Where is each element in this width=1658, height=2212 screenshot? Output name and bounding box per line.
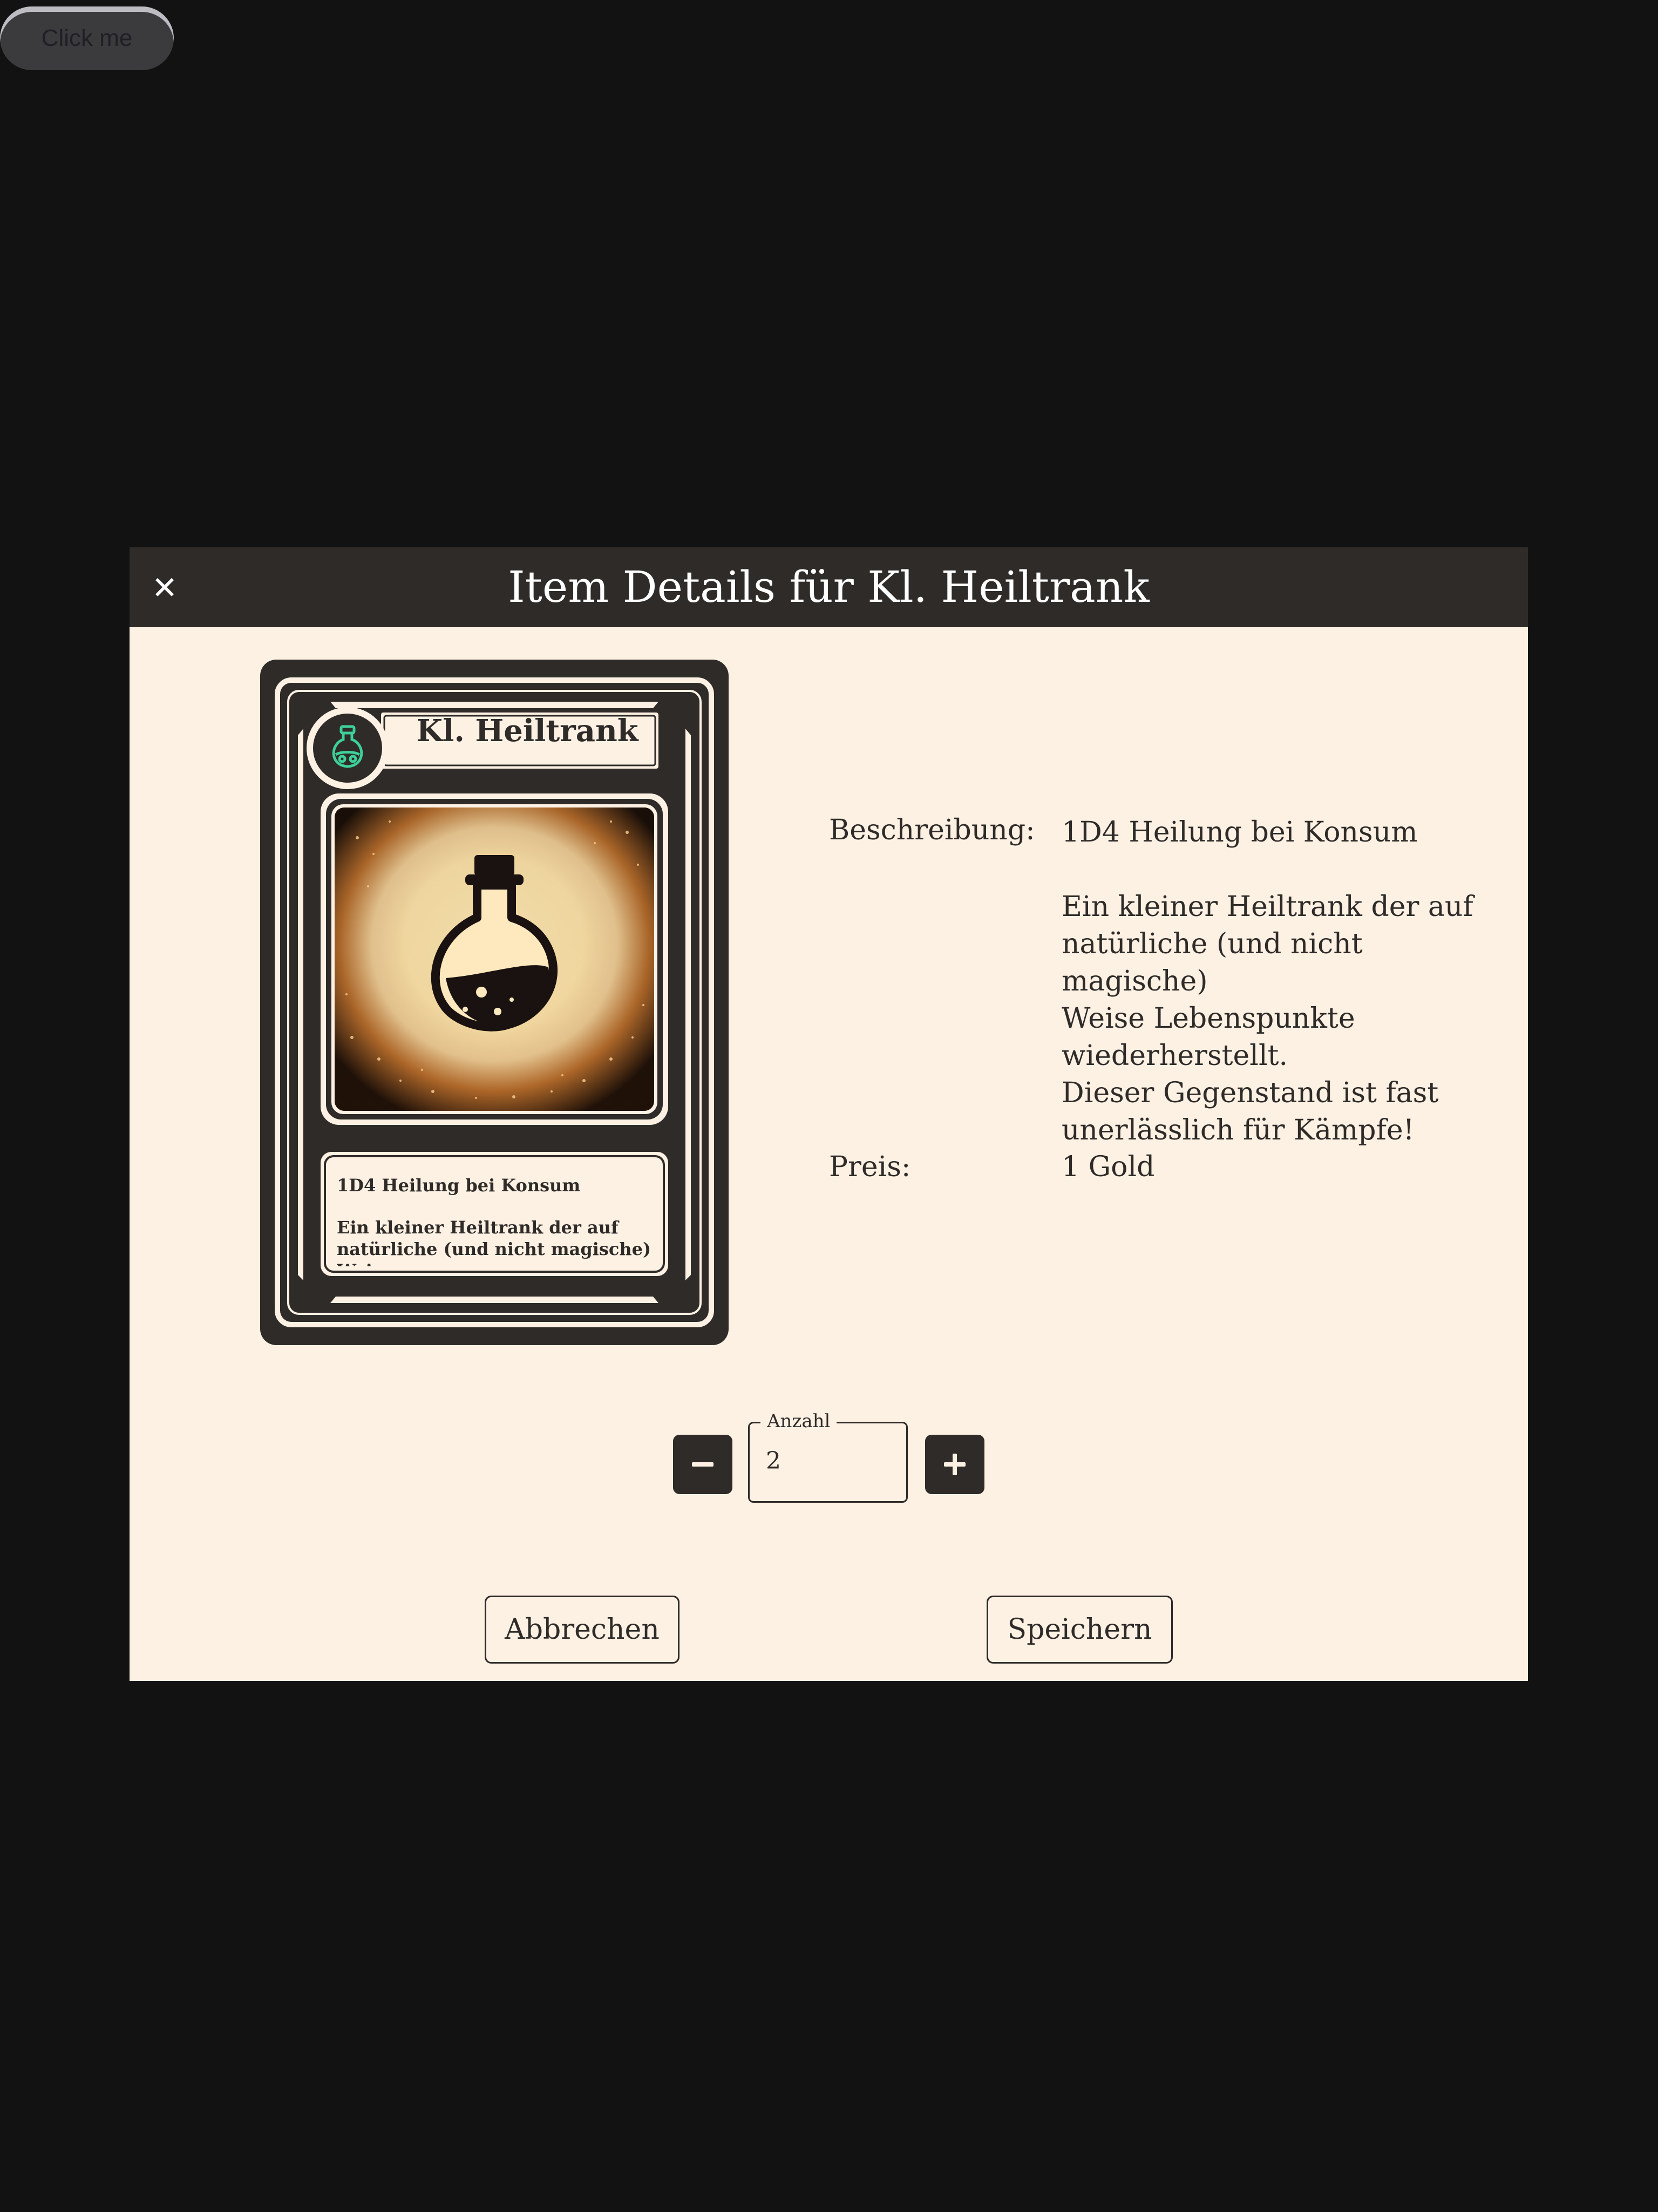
description-value: 1D4 Heilung bei Konsum Ein kleiner Heilt… — [1062, 814, 1493, 1149]
description-line: 1D4 Heilung bei Konsum — [1062, 816, 1418, 849]
card-text-line: natürliche (und nicht magische) Wei... — [337, 1239, 651, 1266]
save-button[interactable]: Speichern — [987, 1596, 1173, 1664]
dialog-title: Item Details für Kl. Heiltrank — [508, 562, 1150, 612]
plus-icon — [944, 1454, 966, 1475]
quantity-input[interactable] — [766, 1447, 874, 1475]
card-text-line: Ein kleiner Heiltrank der auf — [337, 1217, 619, 1238]
cancel-button[interactable]: Abbrechen — [485, 1596, 679, 1664]
card-name-text: Kl. Heiltrank — [416, 713, 638, 749]
card-text-line: 1D4 Heilung bei Konsum — [337, 1175, 581, 1196]
item-card: Kl. Heiltrank 1D4 Heilung bei Konsum Ein… — [260, 660, 729, 1345]
description-line: natürliche (und nicht magische) — [1062, 928, 1363, 998]
description-line: wiederherstellt. — [1062, 1040, 1288, 1072]
item-details-dialog: ✕ Item Details für Kl. Heiltrank Kl. Hei… — [130, 547, 1528, 1681]
page: Click me ✕ Item Details für Kl. Heiltran… — [0, 0, 1658, 2212]
description-line: unerlässlich für Kämpfe! — [1062, 1114, 1415, 1146]
card-text: 1D4 Heilung bei Konsum Ein kleiner Heilt… — [337, 1175, 655, 1266]
minus-icon — [692, 1462, 714, 1467]
decrease-quantity-button[interactable] — [673, 1435, 732, 1494]
price-label: Preis: — [829, 1151, 911, 1183]
increase-quantity-button[interactable] — [925, 1435, 984, 1494]
description-label: Beschreibung: — [829, 814, 1035, 846]
price-value: 1 Gold — [1062, 1151, 1155, 1183]
click-me-button[interactable]: Click me — [0, 6, 174, 70]
quantity-field: Anzahl — [748, 1410, 908, 1503]
description-line: Ein kleiner Heiltrank der auf — [1062, 891, 1473, 923]
description-line: Weise Lebenspunkte — [1062, 1002, 1355, 1035]
dialog-header: ✕ Item Details für Kl. Heiltrank — [130, 547, 1528, 627]
description-line: Dieser Gegenstand ist fast — [1062, 1077, 1439, 1109]
quantity-label: Anzahl — [760, 1410, 837, 1432]
